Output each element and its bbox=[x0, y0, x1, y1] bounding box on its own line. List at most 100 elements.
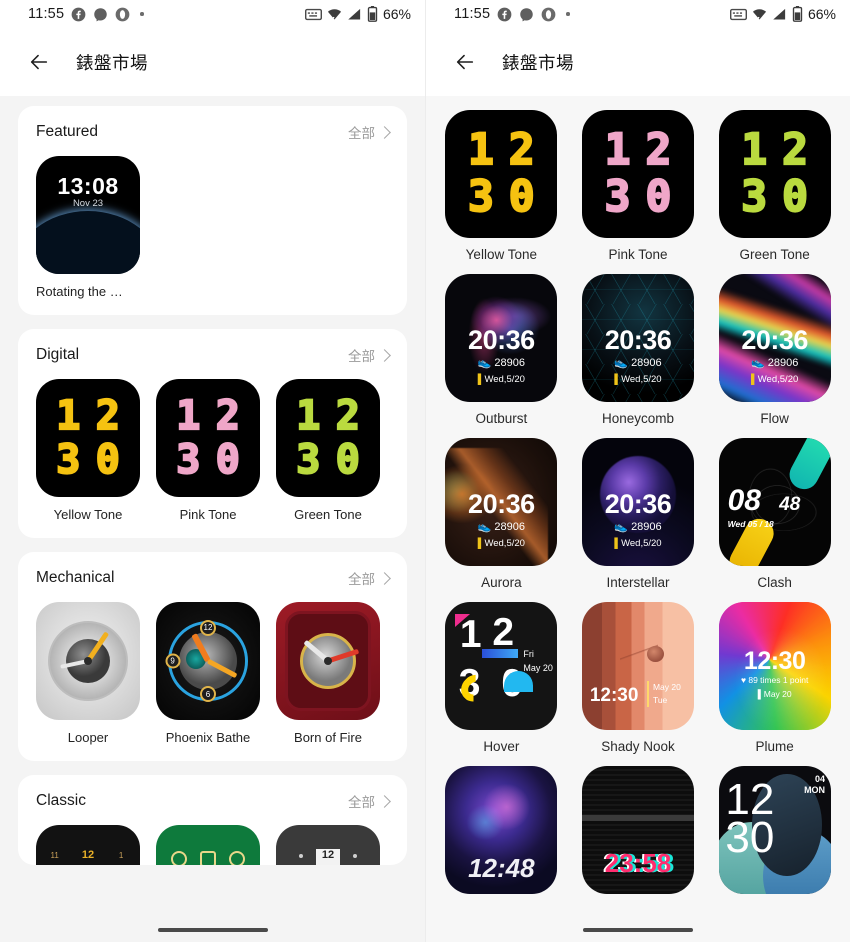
watchface-thumbnail: 1 2 3 0 bbox=[156, 379, 260, 497]
watchface-thumbnail: 20:36 👟 28906 ▌Wed,5/20 bbox=[581, 274, 694, 402]
digit: 3 bbox=[55, 437, 81, 484]
watchface-card[interactable]: 20:36 👟 28906 ▌Wed,5/20 Interstellar bbox=[575, 438, 702, 590]
minute-value: 30 bbox=[725, 813, 775, 863]
watchface-card[interactable]: 1 2 3 0 Yellow Tone bbox=[36, 379, 140, 522]
digit: 3 bbox=[467, 171, 495, 222]
wf-date: ▌Wed,5/20 bbox=[582, 374, 694, 385]
page-title: 錶盤市場 bbox=[76, 52, 148, 73]
watchface-thumbnail: 23:58 bbox=[581, 766, 694, 894]
status-bar-right: 11:55 66% bbox=[426, 0, 850, 28]
watchface-card[interactable]: 12 30 04 MON bbox=[711, 766, 838, 903]
watchface-card[interactable]: 1 2 3 0 Pink Tone bbox=[156, 379, 260, 522]
view-all-mechanical[interactable]: 全部 bbox=[348, 568, 391, 588]
battery-icon bbox=[367, 6, 378, 22]
hover-blue-bar bbox=[482, 649, 519, 659]
watchface-thumbnail: 1 2 3 0 bbox=[581, 110, 694, 238]
watchface-thumbnail: 12:30 ♥ 89 times 1 point ▌May 20 bbox=[718, 602, 831, 730]
watchface-thumbnail[interactable]: 12 bbox=[276, 825, 380, 865]
status-bar-left-group: 11:55 bbox=[28, 6, 144, 22]
date-value: Wed,5/20 bbox=[621, 537, 662, 549]
digit: 1 bbox=[604, 125, 632, 176]
watchface-name: Yellow Tone bbox=[53, 507, 123, 522]
date-value: May 20 bbox=[763, 689, 792, 700]
back-button[interactable] bbox=[450, 47, 480, 77]
wf-time: 12:30 bbox=[743, 646, 806, 675]
wf-steps: 👟 28906 bbox=[582, 520, 694, 533]
watchface-thumbnail: 08 48 Wed 05 / 18 bbox=[718, 438, 831, 566]
watchface-thumbnail[interactable]: 11 12 1 bbox=[36, 825, 140, 865]
shoe-icon: 👟 bbox=[750, 356, 765, 369]
watchface-name: Pink Tone bbox=[608, 247, 668, 262]
watchface-thumbnail[interactable] bbox=[156, 825, 260, 865]
marker-6: 6 bbox=[200, 686, 216, 703]
digital-row: 1 2 3 0 Yellow Tone 1 2 3 0 Pink Tone 1 … bbox=[36, 379, 389, 522]
status-time: 11:55 bbox=[28, 6, 65, 22]
watchface-card[interactable]: 12:30 May 20 Tue Shady Nook bbox=[575, 602, 702, 754]
wf-minute: 48 bbox=[779, 494, 801, 516]
section-mechanical: Mechanical 全部 Looper 12 6 9 Phoenix Bath… bbox=[18, 552, 407, 761]
left-scroll-area[interactable]: Featured 全部 13:08 Nov 23 Rotating the … bbox=[0, 96, 425, 942]
watchface-card[interactable]: 08 48 Wed 05 / 18 Clash bbox=[711, 438, 838, 590]
date-value: Wed,5/20 bbox=[757, 373, 799, 385]
section-header: Mechanical 全部 bbox=[36, 568, 391, 588]
classic-row: 11 12 1 12 bbox=[36, 825, 389, 865]
shoe-icon: 👟 bbox=[614, 356, 628, 369]
digit: 2 bbox=[215, 392, 241, 439]
right-scroll-area[interactable]: 1 2 3 0 Yellow Tone 1 2 3 0 Pink Tone 1 … bbox=[426, 96, 850, 942]
watchface-card[interactable]: 1 2 3 0 Pink Tone bbox=[575, 110, 702, 262]
heart-icon: ♥ bbox=[740, 674, 746, 685]
watchface-name: Green Tone bbox=[739, 247, 810, 262]
chevron-right-icon bbox=[378, 348, 391, 362]
back-button[interactable] bbox=[24, 47, 54, 77]
watchface-thumbnail: 20:36 👟 28906 ▌Wed,5/20 bbox=[581, 438, 694, 566]
digit: 0 bbox=[781, 171, 809, 222]
watchface-thumbnail: 1 2 3 0 FriMay 20 bbox=[445, 602, 558, 730]
subdial-center bbox=[199, 851, 216, 865]
watchface-card[interactable]: 23:58 bbox=[575, 766, 702, 903]
view-all-classic[interactable]: 全部 bbox=[348, 791, 391, 811]
watchface-card[interactable]: 1 2 3 0 Green Tone bbox=[276, 379, 380, 522]
digit: 2 bbox=[335, 392, 361, 439]
date-value: Wed,5/20 bbox=[621, 373, 662, 385]
page-title: 錶盤市場 bbox=[502, 52, 574, 73]
wf-time: 23:58 bbox=[604, 847, 672, 878]
glitch-band bbox=[581, 814, 694, 822]
facebook-icon bbox=[71, 7, 86, 21]
metric-value: 89 times 1 point bbox=[748, 674, 809, 685]
digit: 2 bbox=[781, 125, 809, 176]
watchface-card[interactable]: 1 2 3 0 Yellow Tone bbox=[438, 110, 565, 262]
keyboard-icon bbox=[729, 8, 747, 20]
watchface-card[interactable]: 12:30 ♥ 89 times 1 point ▌May 20 Plume bbox=[711, 602, 838, 754]
watchface-card[interactable]: Born of Fire bbox=[276, 602, 380, 745]
wf-time: 12:48 bbox=[468, 852, 535, 883]
view-all-featured[interactable]: 全部 bbox=[348, 122, 391, 142]
watchface-card[interactable]: 12:48 bbox=[438, 766, 565, 903]
watchface-card[interactable]: 20:36 👟 28906 ▌Wed,5/20 Flow bbox=[711, 274, 838, 426]
watchface-card[interactable]: 1 2 3 0 FriMay 20 Hover bbox=[438, 602, 565, 754]
wf-time: 13:08 bbox=[57, 172, 119, 199]
view-all-digital[interactable]: 全部 bbox=[348, 345, 391, 365]
watchface-card[interactable]: 1 2 3 0 Green Tone bbox=[711, 110, 838, 262]
digit: 3 bbox=[295, 437, 321, 484]
watchface-thumbnail: 20:36 👟 28906 ▌Wed,5/20 bbox=[718, 274, 831, 402]
right-screen: 11:55 66% 錶盤市場 1 2 3 0 Yellow Tone 1 2 3… bbox=[425, 0, 850, 942]
wf-date: Wed 05 / 18 bbox=[727, 518, 774, 529]
dot-right bbox=[353, 853, 358, 858]
home-indicator[interactable] bbox=[157, 928, 268, 932]
subdial-right bbox=[229, 851, 246, 865]
watchface-card[interactable]: 20:36 👟 28906 ▌Wed,5/20 Aurora bbox=[438, 438, 565, 590]
app-bar-left: 錶盤市場 bbox=[0, 28, 425, 96]
watchface-name: Plume bbox=[755, 739, 794, 754]
shoe-icon: 👟 bbox=[614, 520, 628, 533]
watchface-card[interactable]: 20:36 👟 28906 ▌Wed,5/20 Outburst bbox=[438, 274, 565, 426]
home-indicator[interactable] bbox=[583, 928, 693, 932]
wf-date: ▌Wed,5/20 bbox=[719, 374, 831, 385]
section-classic: Classic 全部 11 12 1 12 bbox=[18, 775, 407, 865]
watchface-card[interactable]: 20:36 👟 28906 ▌Wed,5/20 Honeycomb bbox=[575, 274, 702, 426]
watchface-thumbnail: 1 2 3 0 bbox=[276, 379, 380, 497]
watchface-name: Shady Nook bbox=[601, 739, 675, 754]
watchface-card[interactable]: 13:08 Nov 23 Rotating the … bbox=[36, 156, 140, 299]
watchface-card[interactable]: Looper bbox=[36, 602, 140, 745]
watchface-card[interactable]: 12 6 9 Phoenix Bathe bbox=[156, 602, 260, 745]
earth-arc bbox=[36, 211, 140, 274]
